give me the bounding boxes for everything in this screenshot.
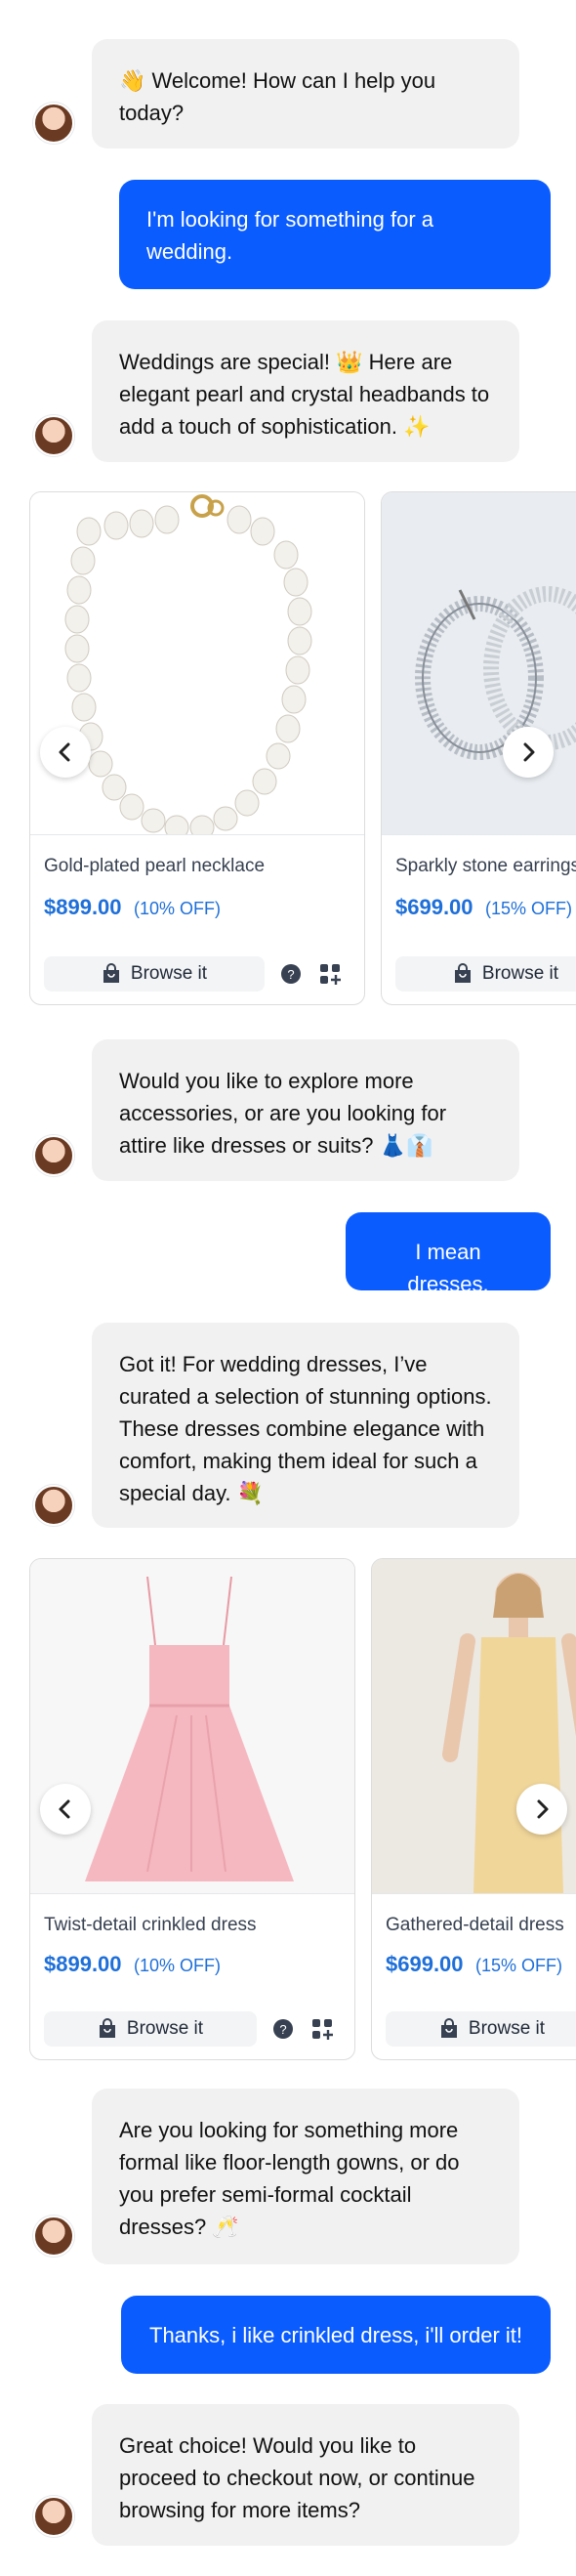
product-price: $699.00 (15% OFF) <box>386 1952 562 1977</box>
price-amount: $899.00 <box>44 1952 122 1976</box>
shopping-bag-icon <box>454 963 471 983</box>
product-carousel: Gold-plated pearl necklace $899.00 (10% … <box>0 491 576 1007</box>
assistant-message: Got it! For wedding dresses, I’ve curate… <box>92 1323 519 1528</box>
message-text: Great choice! Would you like to proceed … <box>119 2433 475 2522</box>
product-card[interactable]: Sparkly stone earrings $699.00 (15% OFF)… <box>381 491 576 1005</box>
chat-question-icon: ? <box>281 964 301 984</box>
chevron-left-icon <box>59 742 70 762</box>
add-to-collection-button[interactable] <box>315 959 345 989</box>
browse-label: Browse it <box>130 963 208 984</box>
product-price: $899.00 (10% OFF) <box>44 1952 221 1977</box>
price-amount: $899.00 <box>44 895 122 919</box>
assistant-message: Weddings are special! 👑 Here are elegant… <box>92 320 519 462</box>
message-text: Are you looking for something more forma… <box>119 2118 460 2239</box>
svg-text:?: ? <box>279 2022 286 2037</box>
ask-question-button[interactable]: ? <box>276 959 306 989</box>
product-image <box>30 1559 354 1894</box>
carousel-next-button[interactable] <box>503 727 554 778</box>
user-message: Thanks, i like crinkled dress, i'll orde… <box>121 2296 551 2374</box>
product-carousel: Twist-detail crinkled dress $899.00 (10%… <box>0 1558 576 2062</box>
chat-question-icon: ? <box>273 2019 293 2039</box>
svg-text:?: ? <box>287 967 294 982</box>
chevron-left-icon <box>59 1799 70 1819</box>
browse-label: Browse it <box>481 963 559 984</box>
message-text: 👋 Welcome! How can I help you today? <box>119 68 436 125</box>
browse-button[interactable]: Browse it <box>44 956 265 992</box>
message-text: Weddings are special! 👑 Here are elegant… <box>119 350 490 439</box>
product-image <box>372 1559 576 1894</box>
product-card[interactable]: Gold-plated pearl necklace $899.00 (10% … <box>29 491 365 1005</box>
product-price: $699.00 (15% OFF) <box>395 895 572 920</box>
carousel-prev-button[interactable] <box>40 1784 91 1835</box>
earrings-image <box>415 586 576 760</box>
add-grid-icon <box>312 2019 333 2040</box>
product-price: $899.00 (10% OFF) <box>44 895 221 920</box>
pink-dress-image <box>85 1576 294 1881</box>
discount-label: (10% OFF) <box>133 899 221 918</box>
chevron-right-icon <box>523 742 535 762</box>
chevron-right-icon <box>537 1799 549 1819</box>
message-text: Got it! For wedding dresses, I’ve curate… <box>119 1352 492 1505</box>
shopping-bag-icon <box>103 963 119 983</box>
carousel-prev-button[interactable] <box>40 727 91 778</box>
ask-question-button[interactable]: ? <box>268 2014 298 2044</box>
message-text: Would you like to explore more accessori… <box>119 1069 447 1158</box>
assistant-message: 👋 Welcome! How can I help you today? <box>92 39 519 148</box>
yellow-dress-image <box>442 1573 576 1893</box>
assistant-avatar <box>33 2496 74 2537</box>
browse-button[interactable]: Browse it <box>44 2011 257 2047</box>
browse-button[interactable]: Browse it <box>395 956 576 992</box>
shopping-bag-icon <box>99 2018 115 2038</box>
assistant-message: Are you looking for something more forma… <box>92 2089 519 2264</box>
browse-button[interactable]: Browse it <box>386 2011 576 2047</box>
product-card[interactable]: Gathered-detail dress $699.00 (15% OFF) … <box>371 1558 576 2060</box>
discount-label: (15% OFF) <box>474 1956 562 1975</box>
message-text: I mean dresses. <box>407 1240 489 1296</box>
assistant-avatar <box>33 1485 74 1526</box>
browse-label: Browse it <box>126 2018 204 2039</box>
assistant-avatar <box>33 2216 74 2257</box>
price-amount: $699.00 <box>395 895 473 919</box>
user-message: I'm looking for something for a wedding. <box>119 180 551 289</box>
message-text: I'm looking for something for a wedding. <box>146 207 434 264</box>
shopping-bag-icon <box>440 2018 457 2038</box>
user-message: I mean dresses. <box>346 1212 551 1296</box>
add-to-collection-button[interactable] <box>308 2014 337 2044</box>
product-image <box>382 492 576 835</box>
discount-label: (10% OFF) <box>133 1956 221 1975</box>
pearl-necklace-image <box>64 494 312 840</box>
assistant-avatar <box>33 1135 74 1176</box>
discount-label: (15% OFF) <box>484 899 572 918</box>
product-name: Gold-plated pearl necklace <box>44 856 266 876</box>
browse-label: Browse it <box>468 2018 546 2039</box>
add-grid-icon <box>320 964 341 985</box>
carousel-next-button[interactable] <box>516 1784 567 1835</box>
product-name: Gathered-detail dress <box>386 1915 564 1935</box>
assistant-message: Great choice! Would you like to proceed … <box>92 2404 519 2546</box>
assistant-message: Would you like to explore more accessori… <box>92 1039 519 1181</box>
price-amount: $699.00 <box>386 1952 464 1976</box>
product-name: Sparkly stone earrings <box>395 856 576 876</box>
product-card[interactable]: Twist-detail crinkled dress $899.00 (10%… <box>29 1558 355 2060</box>
product-name: Twist-detail crinkled dress <box>44 1915 257 1935</box>
assistant-avatar <box>33 103 74 144</box>
product-image <box>30 492 364 840</box>
assistant-avatar <box>33 415 74 456</box>
message-text: Thanks, i like crinkled dress, i'll orde… <box>149 2323 522 2347</box>
